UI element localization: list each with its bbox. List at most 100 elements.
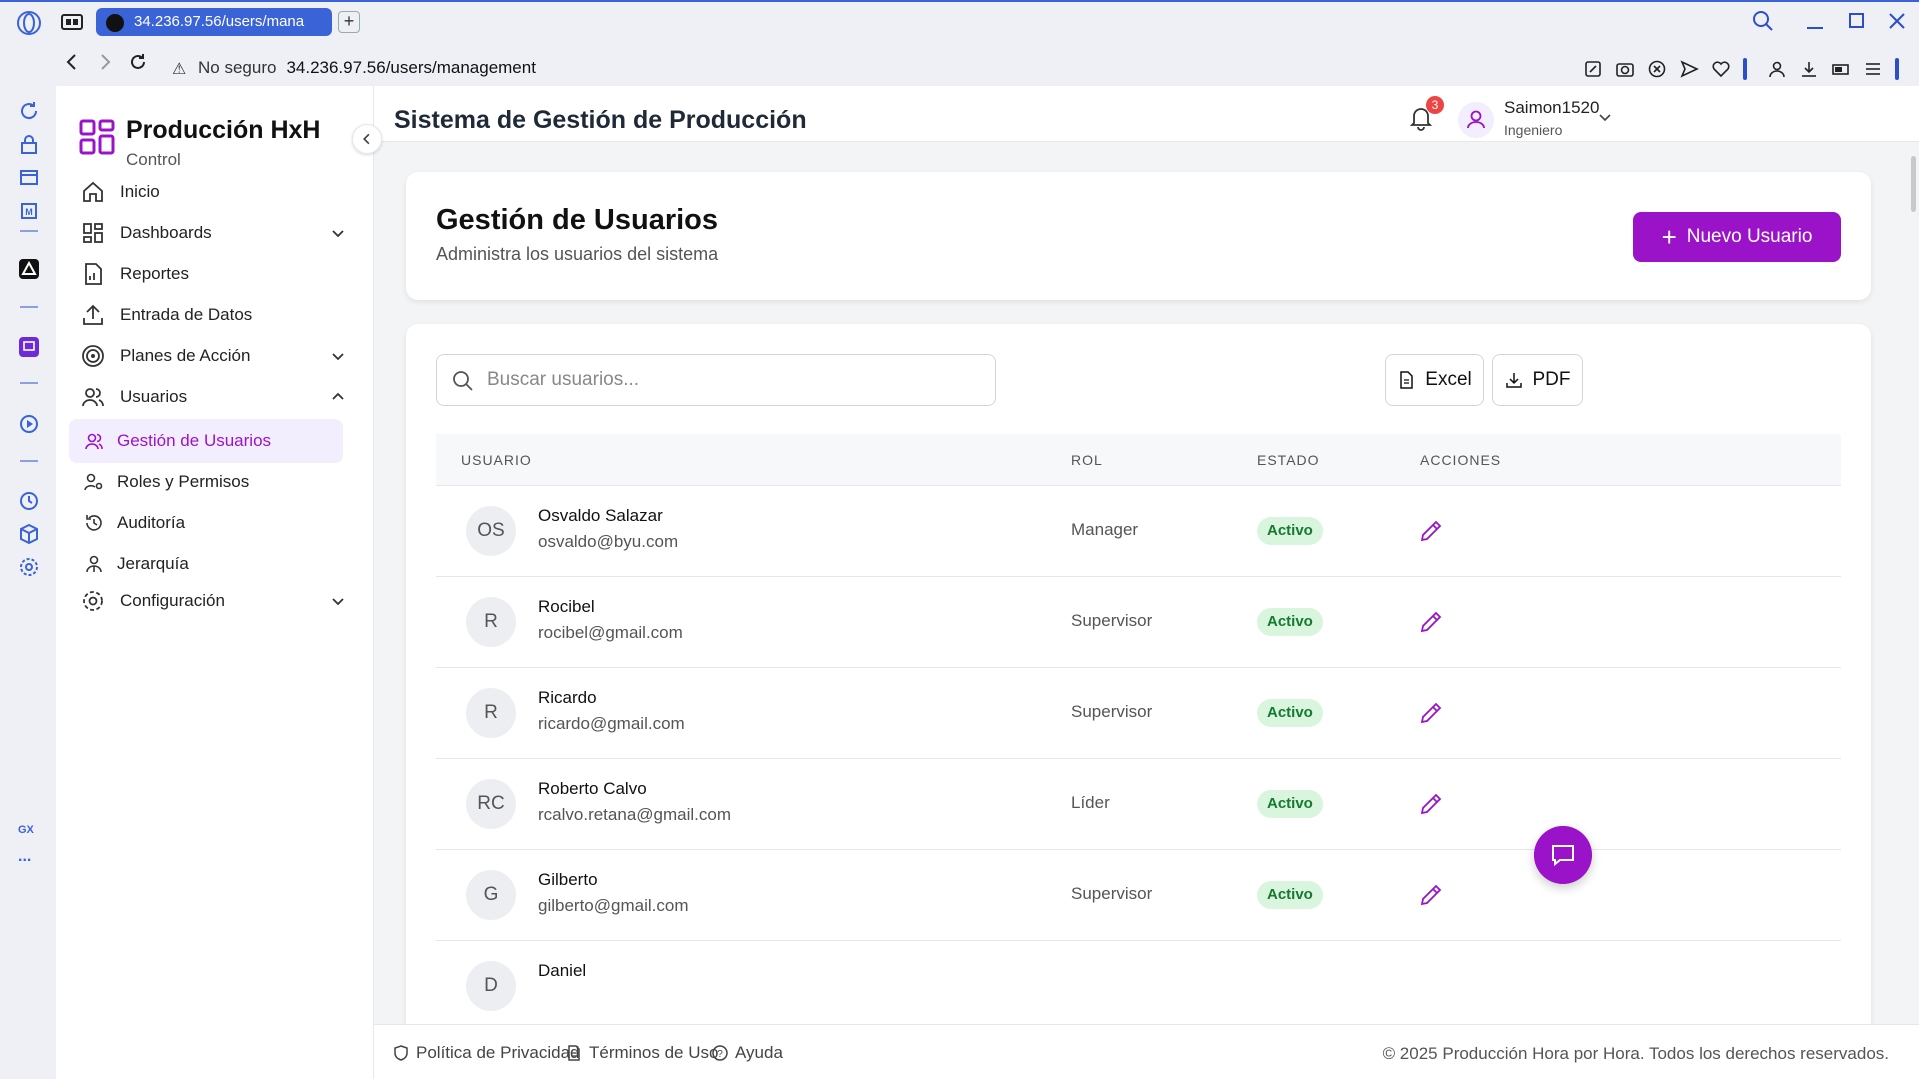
column-header-estado[interactable]: ESTADO bbox=[1257, 452, 1320, 468]
reload-icon[interactable] bbox=[128, 52, 148, 72]
new-tab-button[interactable]: + bbox=[338, 11, 360, 33]
not-secure-warning-icon[interactable]: ⚠ bbox=[172, 59, 186, 79]
collapse-sidebar-button[interactable] bbox=[352, 124, 382, 154]
back-icon[interactable] bbox=[62, 52, 82, 72]
search-box[interactable] bbox=[436, 354, 996, 406]
help-link[interactable]: ? Ayuda bbox=[711, 1043, 783, 1063]
export-pdf-button[interactable]: PDF bbox=[1492, 354, 1583, 406]
history-icon[interactable] bbox=[18, 100, 40, 122]
edit-pencil-icon[interactable] bbox=[1416, 880, 1446, 910]
privacy-label: Política de Privacidad bbox=[416, 1043, 580, 1062]
user-role: Manager bbox=[1071, 520, 1139, 539]
table-row[interactable]: R Rocibel rocibel@gmail.com Supervisor A… bbox=[436, 577, 1841, 668]
camera-icon[interactable] bbox=[1615, 59, 1635, 79]
user-name: Roberto Calvo bbox=[538, 779, 647, 798]
forward-icon[interactable] bbox=[95, 52, 115, 72]
table-row[interactable]: G Gilberto gilberto@gmail.com Supervisor… bbox=[436, 850, 1841, 941]
chevron-down-icon[interactable] bbox=[1596, 108, 1614, 126]
user-avatar-icon[interactable] bbox=[1458, 102, 1494, 138]
toolbar-separator-2 bbox=[1895, 58, 1899, 80]
user-name: Gilberto bbox=[538, 870, 598, 889]
sidebar-subitem-roles-permisos[interactable]: Roles y Permisos bbox=[69, 460, 343, 504]
page-scrollbar[interactable] bbox=[1908, 142, 1919, 1024]
table-row[interactable]: RC Roberto Calvo rcalvo.retana@gmail.com… bbox=[436, 759, 1841, 850]
column-header-rol[interactable]: ROL bbox=[1071, 452, 1103, 468]
aria-icon[interactable] bbox=[18, 258, 40, 280]
sidebar-subitem-gestion-usuarios[interactable]: Gestión de Usuarios bbox=[69, 419, 343, 463]
calendar-icon[interactable] bbox=[18, 166, 40, 188]
easy-setup-icon[interactable] bbox=[1583, 59, 1603, 79]
help-label: Ayuda bbox=[735, 1043, 783, 1062]
sidebar-item-dashboards[interactable]: Dashboards bbox=[74, 211, 360, 255]
sidebar-item-inicio[interactable]: Inicio bbox=[74, 170, 360, 214]
browser-tab-active[interactable]: 34.236.97.56/users/mana bbox=[96, 8, 332, 36]
users-icon bbox=[82, 388, 104, 407]
send-icon[interactable] bbox=[1679, 59, 1699, 79]
table-row[interactable]: R Ricardo ricardo@gmail.com Supervisor A… bbox=[436, 668, 1841, 759]
table-row[interactable]: D Daniel bbox=[436, 941, 1841, 1024]
search-tabs-icon[interactable] bbox=[1750, 8, 1776, 34]
hierarchy-icon bbox=[86, 555, 102, 573]
gx-label[interactable]: GX bbox=[18, 824, 34, 836]
minimize-icon[interactable] bbox=[1802, 8, 1828, 34]
more-icon[interactable]: ... bbox=[18, 848, 31, 866]
export-excel-button[interactable]: Excel bbox=[1385, 354, 1484, 406]
user-avatar-initials: RC bbox=[466, 779, 516, 829]
close-window-icon[interactable] bbox=[1884, 8, 1910, 34]
privacy-link[interactable]: Política de Privacidad bbox=[392, 1043, 579, 1063]
status-badge: Activo bbox=[1257, 699, 1323, 727]
workspaces-icon[interactable] bbox=[60, 12, 84, 32]
battery-icon[interactable] bbox=[1831, 59, 1851, 79]
status-badge: Activo bbox=[1257, 790, 1323, 818]
heart-icon[interactable] bbox=[1711, 59, 1731, 79]
manager-icon[interactable]: M bbox=[18, 200, 40, 222]
easy-files-icon[interactable] bbox=[1863, 59, 1883, 79]
sidebar-item-reportes[interactable]: Reportes bbox=[74, 252, 360, 296]
player-icon[interactable] bbox=[18, 413, 40, 435]
users-table-card: Excel PDF USUARIO ROL ESTADO ACCIONES OS… bbox=[406, 324, 1871, 1024]
sidebar-item-usuarios[interactable]: Usuarios bbox=[74, 375, 360, 419]
sidebar-separator bbox=[20, 230, 38, 232]
chat-button[interactable] bbox=[1534, 826, 1592, 884]
user-email: gilberto@gmail.com bbox=[538, 896, 689, 915]
profile-icon[interactable] bbox=[1767, 59, 1787, 79]
sidebar-subitem-auditoria[interactable]: Auditoría bbox=[69, 501, 343, 545]
sidebar-subitem-label: Roles y Permisos bbox=[117, 472, 250, 491]
sidebar-separator bbox=[20, 382, 38, 384]
maximize-icon[interactable] bbox=[1844, 8, 1870, 34]
edit-pencil-icon[interactable] bbox=[1416, 516, 1446, 546]
cube-icon[interactable] bbox=[18, 523, 40, 545]
column-header-usuario[interactable]: USUARIO bbox=[461, 452, 532, 468]
new-user-button[interactable]: + Nuevo Usuario bbox=[1633, 212, 1841, 262]
terms-link[interactable]: Términos de Uso bbox=[565, 1043, 718, 1063]
status-badge: Activo bbox=[1257, 608, 1323, 636]
opera-logo-icon[interactable] bbox=[16, 10, 42, 36]
clock-icon[interactable] bbox=[18, 490, 40, 512]
sidebar-item-entrada-datos[interactable]: Entrada de Datos bbox=[74, 293, 360, 337]
adblock-icon[interactable] bbox=[1647, 59, 1667, 79]
page-header-card: Gestión de Usuarios Administra los usuar… bbox=[406, 172, 1871, 300]
copyright-text: © 2025 Producción Hora por Hora. Todos l… bbox=[1382, 1044, 1889, 1063]
edit-pencil-icon[interactable] bbox=[1416, 698, 1446, 728]
edit-pencil-icon[interactable] bbox=[1416, 607, 1446, 637]
scrollbar-thumb[interactable] bbox=[1911, 156, 1916, 212]
sidebar-subitem-label: Gestión de Usuarios bbox=[117, 431, 272, 450]
settings-icon[interactable] bbox=[18, 556, 40, 578]
twitch-icon[interactable] bbox=[18, 336, 40, 358]
download-icon[interactable] bbox=[1799, 59, 1819, 79]
edit-pencil-icon[interactable] bbox=[1416, 789, 1446, 819]
shopping-icon[interactable] bbox=[18, 134, 40, 156]
upload-icon bbox=[83, 304, 103, 325]
home-icon bbox=[83, 181, 103, 202]
pdf-label: PDF bbox=[1532, 369, 1571, 390]
sidebar-item-planes-accion[interactable]: Planes de Acción bbox=[74, 334, 360, 378]
status-badge: Activo bbox=[1257, 881, 1323, 909]
user-name[interactable]: Saimon1520 bbox=[1504, 98, 1599, 118]
search-input[interactable] bbox=[487, 365, 977, 395]
url-text: 34.236.97.56/users/management bbox=[286, 58, 536, 77]
sidebar-item-configuracion[interactable]: Configuración bbox=[74, 579, 360, 623]
url-field[interactable]: No seguro 34.236.97.56/users/management bbox=[198, 58, 536, 78]
user-key-icon bbox=[84, 473, 103, 491]
table-row[interactable]: OS Osvaldo Salazar osvaldo@byu.com Manag… bbox=[436, 486, 1841, 577]
user-avatar-initials: OS bbox=[466, 506, 516, 556]
